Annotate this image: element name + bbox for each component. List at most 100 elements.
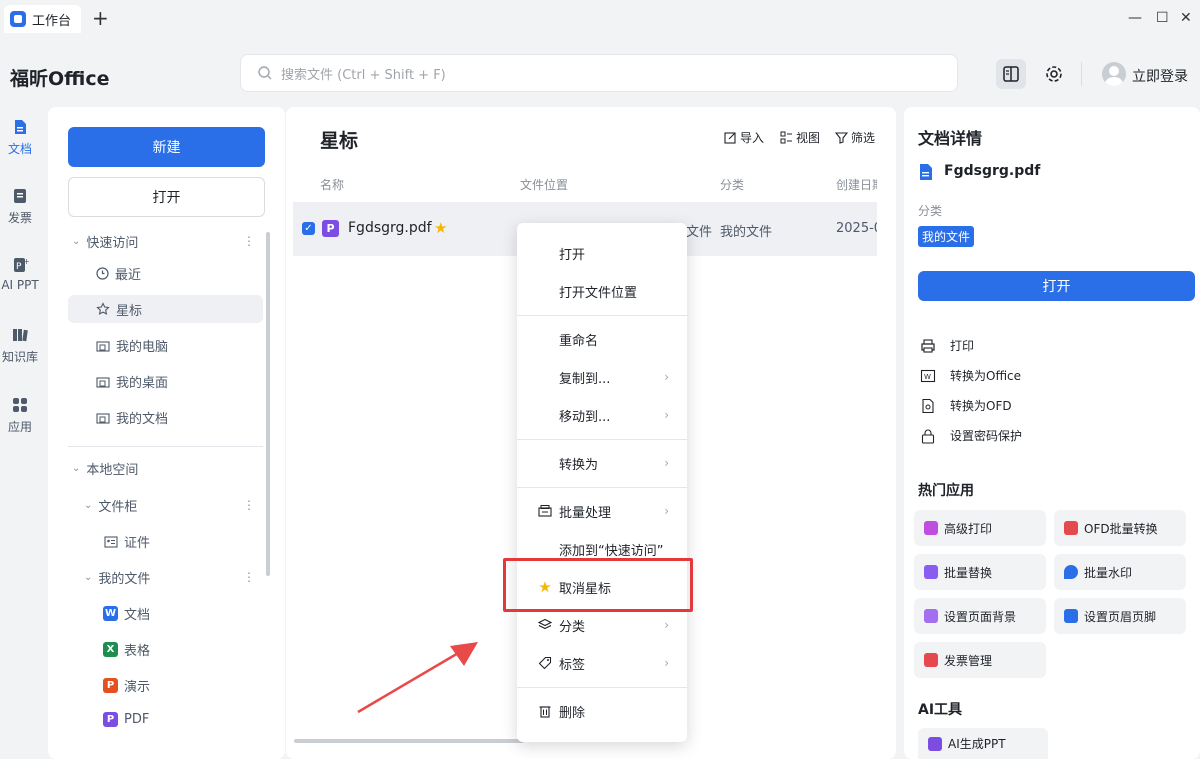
action-print[interactable]: 打印	[920, 337, 974, 354]
app-ai-generate-ppt[interactable]: AI生成PPT	[918, 728, 1048, 759]
minimize-button[interactable]: —	[1128, 10, 1142, 26]
menu-item-batch[interactable]: 批量处理 ›	[517, 492, 687, 530]
sidebar-item-my-computer[interactable]: 我的电脑	[96, 336, 168, 355]
sidebar-item-spreadsheet[interactable]: X 表格	[103, 640, 150, 659]
header-footer-icon	[1064, 609, 1078, 623]
sidebar-item-word[interactable]: W 文档	[103, 604, 150, 623]
app-batch-replace[interactable]: 批量替换	[914, 554, 1046, 590]
excel-file-icon: X	[103, 642, 118, 657]
app-label: 高级打印	[944, 521, 993, 536]
background-app-icon	[924, 609, 938, 623]
row-checkbox[interactable]: ✓	[302, 222, 315, 235]
sidebar-item-recent[interactable]: 最近	[96, 264, 141, 283]
quick-access-header[interactable]: ⌄ 快速访问	[72, 232, 138, 251]
column-header-category[interactable]: 分类	[720, 176, 744, 193]
printer-icon	[921, 338, 935, 353]
app-advanced-print[interactable]: 高级打印	[914, 510, 1046, 546]
import-button[interactable]: 导入	[724, 129, 764, 146]
app-invoice-management[interactable]: 发票管理	[914, 642, 1046, 678]
search-input[interactable]: 搜索文件 (Ctrl + Shift + F)	[240, 54, 958, 92]
menu-item-label: 打开	[559, 247, 586, 263]
my-files-header[interactable]: ⌄ 我的文件	[84, 568, 150, 587]
menu-divider	[517, 315, 687, 316]
menu-item-move-to[interactable]: 移动到... ›	[517, 396, 687, 434]
more-options-icon[interactable]: ⋮	[243, 498, 255, 512]
action-label: 设置密码保护	[950, 429, 1023, 443]
tool-label: 视图	[796, 131, 821, 145]
add-tab-button[interactable]: +	[92, 7, 109, 29]
close-window-button[interactable]: ✕	[1180, 10, 1192, 26]
login-link[interactable]: 立即登录	[1132, 66, 1188, 86]
app-batch-watermark[interactable]: 批量水印	[1054, 554, 1186, 590]
action-convert-office[interactable]: W 转换为Office	[920, 367, 1021, 384]
app-label: 发票管理	[944, 653, 993, 668]
sidebar-scrollbar[interactable]	[266, 232, 270, 576]
sidebar-item-starred[interactable]: 星标	[68, 295, 263, 323]
view-button[interactable]: 视图	[780, 129, 820, 146]
open-button[interactable]: 打开	[68, 177, 265, 217]
rail-item-documents[interactable]: 文档	[0, 118, 40, 157]
watermark-drop-icon	[1064, 565, 1078, 579]
avatar[interactable]	[1102, 62, 1126, 86]
sidebar-item-pdf[interactable]: P PDF	[103, 712, 149, 727]
sidebar-item-certificates[interactable]: 证件	[104, 532, 150, 551]
file-location: 文件	[686, 225, 713, 240]
rail-item-ai-ppt[interactable]: P + AI PPT	[0, 256, 40, 292]
file-cabinet-label: 文件柜	[98, 500, 138, 515]
more-options-icon[interactable]: ⋮	[243, 234, 255, 248]
action-convert-ofd[interactable]: 转换为OFD	[920, 397, 1012, 414]
filter-button[interactable]: 筛选	[835, 129, 877, 146]
sidebar-item-my-documents[interactable]: 我的文档	[96, 408, 168, 427]
layers-icon	[537, 617, 553, 633]
local-space-header[interactable]: ⌄ 本地空间	[72, 459, 138, 478]
column-header-location[interactable]: 文件位置	[520, 176, 568, 193]
menu-item-open[interactable]: 打开	[517, 234, 687, 272]
workbench-tab[interactable]: 工作台	[4, 5, 82, 33]
app-logo-icon	[10, 11, 26, 27]
maximize-button[interactable]: ☐	[1156, 10, 1169, 26]
file-category: 我的文件	[720, 225, 773, 240]
search-placeholder: 搜索文件 (Ctrl + Shift + F)	[281, 67, 446, 83]
rail-item-knowledge[interactable]: 知识库	[0, 326, 40, 365]
menu-item-tag[interactable]: 标签 ›	[517, 644, 687, 682]
sidebar-item-label: 演示	[124, 680, 151, 695]
app-page-background[interactable]: 设置页面背景	[914, 598, 1046, 634]
sidebar-item-presentation[interactable]: P 演示	[103, 676, 150, 695]
hot-apps-title: 热门应用	[918, 483, 974, 499]
rail-item-invoice[interactable]: 发票	[0, 187, 40, 226]
menu-item-rename[interactable]: 重命名	[517, 320, 687, 358]
new-button[interactable]: 新建	[68, 127, 265, 167]
file-cabinet-header[interactable]: ⌄ 文件柜	[84, 496, 137, 515]
detail-file-name: Fgdsgrg.pdf	[944, 163, 1041, 179]
menu-item-copy-to[interactable]: 复制到... ›	[517, 358, 687, 396]
chevron-right-icon: ›	[664, 618, 669, 632]
word-convert-icon: W	[920, 369, 936, 382]
detail-open-button[interactable]: 打开	[918, 271, 1195, 301]
sidebar-item-my-desktop[interactable]: 我的桌面	[96, 372, 168, 391]
action-password[interactable]: 设置密码保护	[920, 427, 1022, 444]
more-options-icon[interactable]: ⋮	[243, 570, 255, 584]
rail-item-apps[interactable]: 应用	[0, 396, 40, 435]
ai-tools-title: AI工具	[918, 702, 963, 718]
app-header-footer[interactable]: 设置页眉页脚	[1054, 598, 1186, 634]
menu-item-convert[interactable]: 转换为 ›	[517, 444, 687, 482]
action-label: 转换为Office	[950, 369, 1022, 383]
sidebar-item-label: 我的电脑	[116, 340, 169, 355]
chevron-down-icon: ⌄	[72, 236, 81, 247]
menu-item-delete[interactable]: 删除	[517, 692, 687, 730]
rail-label: 发票	[7, 211, 32, 225]
layout-toggle-button[interactable]	[996, 59, 1026, 89]
app-ofd-batch-convert[interactable]: OFD批量转换	[1054, 510, 1186, 546]
chevron-right-icon: ›	[664, 504, 669, 518]
rail-label: 应用	[7, 420, 32, 434]
column-header-date[interactable]: 创建日期	[836, 176, 877, 193]
import-icon	[724, 132, 736, 144]
horizontal-scrollbar[interactable]	[294, 739, 524, 743]
column-header-name[interactable]: 名称	[320, 176, 344, 193]
knowledge-book-icon	[13, 329, 28, 342]
menu-item-open-location[interactable]: 打开文件位置	[517, 272, 687, 310]
file-date: 2025-0	[836, 221, 877, 236]
local-space-label: 本地空间	[86, 463, 139, 478]
category-badge: 我的文件	[918, 226, 975, 247]
settings-button[interactable]	[1039, 59, 1069, 89]
